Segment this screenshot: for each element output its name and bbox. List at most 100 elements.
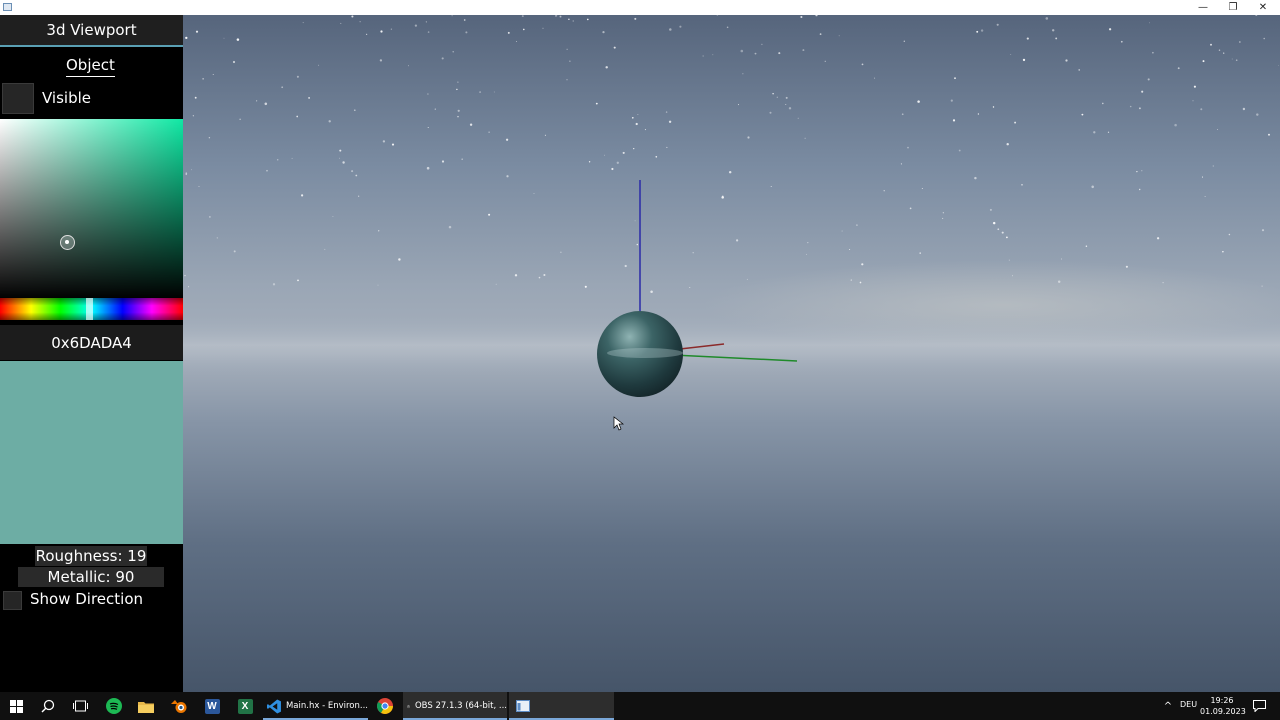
blender-button[interactable]: [163, 692, 195, 720]
star: [1120, 40, 1123, 43]
tray-show-hidden-icon[interactable]: ^: [1160, 692, 1176, 720]
show-direction-row[interactable]: Show Direction: [0, 588, 183, 612]
star: [901, 113, 904, 116]
star: [560, 251, 562, 253]
star: [427, 93, 429, 95]
clock-date: 01.09.2023: [1200, 707, 1246, 716]
star: [977, 113, 980, 115]
3d-viewport[interactable]: [183, 15, 1280, 692]
file-explorer-button[interactable]: [130, 692, 162, 720]
star: [588, 161, 591, 163]
blender-icon: [170, 699, 186, 713]
task-view-button[interactable]: [64, 692, 96, 720]
star: [296, 115, 299, 118]
star: [1101, 102, 1104, 105]
star: [770, 186, 772, 187]
star: [824, 60, 826, 62]
star: [1141, 90, 1144, 93]
star: [806, 253, 808, 255]
taskbar-item-app-window[interactable]: [509, 692, 614, 720]
color-picker-cursor[interactable]: [60, 235, 75, 250]
input-language-indicator[interactable]: DEU: [1180, 700, 1197, 709]
close-button[interactable]: ✕: [1248, 0, 1278, 15]
star: [407, 65, 409, 67]
window-title-bar: — ❐ ✕: [0, 0, 1280, 15]
star: [797, 117, 799, 119]
star: [461, 158, 464, 160]
star: [457, 115, 459, 118]
star: [669, 28, 672, 31]
star: [209, 216, 211, 218]
star: [679, 25, 682, 28]
star: [735, 239, 739, 242]
star: [1093, 131, 1096, 134]
star: [849, 248, 851, 251]
star: [441, 160, 445, 163]
star: [452, 51, 454, 53]
show-direction-checkbox[interactable]: [3, 591, 22, 610]
star: [198, 185, 200, 188]
star: [1010, 54, 1012, 55]
obs-task-label: OBS 27.1.3 (64-bit, ...: [414, 701, 507, 711]
show-direction-label: Show Direction: [30, 590, 144, 608]
star: [602, 30, 605, 34]
windows-logo-icon: [9, 699, 23, 713]
star: [689, 287, 691, 289]
star: [324, 248, 326, 250]
obs-icon: [407, 704, 410, 708]
star: [1138, 107, 1141, 110]
star: [631, 116, 634, 119]
star: [469, 123, 473, 126]
notification-center-button[interactable]: [1249, 692, 1269, 720]
star: [635, 122, 638, 126]
star: [543, 273, 546, 277]
star: [1136, 170, 1138, 173]
star: [505, 138, 509, 141]
star: [185, 173, 187, 176]
search-button[interactable]: [32, 692, 64, 720]
roughness-slider[interactable]: Roughness: 19: [35, 546, 147, 566]
word-button[interactable]: W: [196, 692, 228, 720]
tab-object[interactable]: Object: [66, 56, 115, 77]
color-hex-field[interactable]: 0x6DADA4: [0, 325, 183, 360]
star: [572, 20, 574, 22]
star: [1001, 231, 1004, 234]
star: [800, 15, 803, 19]
star: [1200, 108, 1203, 111]
star: [636, 243, 639, 246]
star: [624, 264, 627, 268]
color-saturation-value-picker[interactable]: [0, 119, 183, 299]
star: [264, 102, 268, 106]
search-icon: [41, 699, 55, 713]
star: [338, 157, 340, 159]
panel-title: 3d Viewport: [0, 15, 183, 47]
star: [365, 33, 368, 36]
star: [1223, 52, 1225, 54]
spotify-button[interactable]: [98, 692, 130, 720]
star: [634, 220, 636, 222]
star: [291, 157, 293, 159]
visible-toggle-row[interactable]: Visible: [0, 82, 183, 116]
metallic-slider[interactable]: Metallic: 90: [18, 567, 164, 587]
star: [1239, 41, 1241, 43]
restore-button[interactable]: ❐: [1218, 0, 1248, 15]
star: [804, 137, 806, 139]
mouse-cursor-icon: [613, 416, 625, 431]
taskbar-item-vscode[interactable]: Main.hx - Environ...: [263, 692, 368, 720]
taskbar-item-chrome[interactable]: [370, 692, 400, 720]
star: [952, 119, 956, 122]
star: [202, 78, 204, 80]
star: [802, 49, 805, 52]
taskbar-clock[interactable]: 19:26 01.09.2023: [1200, 695, 1246, 717]
star: [332, 215, 334, 218]
star: [776, 96, 778, 98]
star: [1242, 107, 1246, 111]
star: [256, 100, 258, 102]
visible-checkbox[interactable]: [2, 83, 34, 114]
excel-button[interactable]: X: [229, 692, 261, 720]
start-button[interactable]: [0, 692, 32, 720]
hue-slider-handle[interactable]: [86, 298, 93, 320]
taskbar-item-obs[interactable]: OBS 27.1.3 (64-bit, ...: [403, 692, 507, 720]
minimize-button[interactable]: —: [1188, 0, 1218, 15]
hue-slider[interactable]: [0, 298, 183, 320]
